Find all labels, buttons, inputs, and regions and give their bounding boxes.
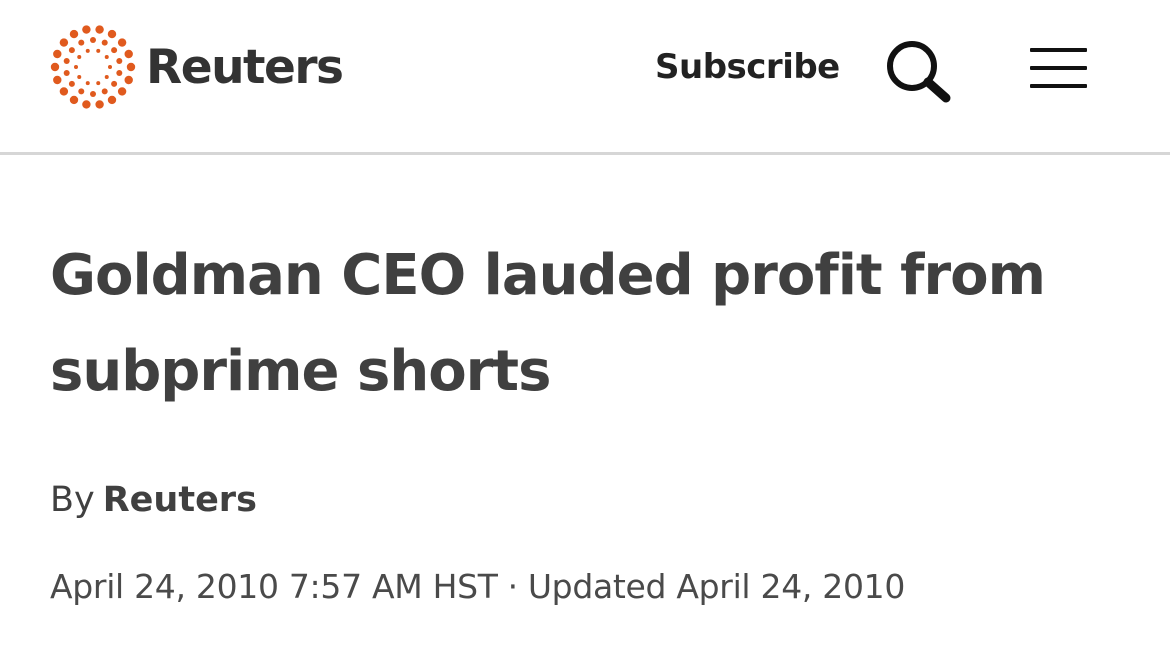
subscribe-button[interactable]: Subscribe [655, 45, 840, 89]
search-icon [887, 41, 951, 103]
article-page: Reuters Subscribe Goldman CEO lauded pro… [0, 0, 1170, 645]
menu-button[interactable] [1026, 44, 1092, 94]
logo-wordmark: Reuters [146, 39, 344, 95]
date-separator: · [507, 567, 519, 606]
site-header: Reuters Subscribe [0, 0, 1170, 155]
byline-author[interactable]: Reuters [103, 480, 257, 520]
reuters-logo-icon [50, 25, 136, 109]
article-headline: Goldman CEO lauded profit from subprime … [50, 243, 1046, 404]
search-button[interactable] [878, 34, 954, 106]
article-dateline: April 24, 2010 7:57 AM HST · Updated April… [50, 562, 905, 612]
byline: By Reuters [50, 475, 257, 525]
published-date: April 24, 2010 7:57 AM HST [50, 567, 498, 606]
byline-prefix: By [50, 480, 95, 520]
updated-date: Updated April 24, 2010 [527, 567, 906, 606]
reuters-home-link[interactable]: Reuters [50, 24, 344, 110]
